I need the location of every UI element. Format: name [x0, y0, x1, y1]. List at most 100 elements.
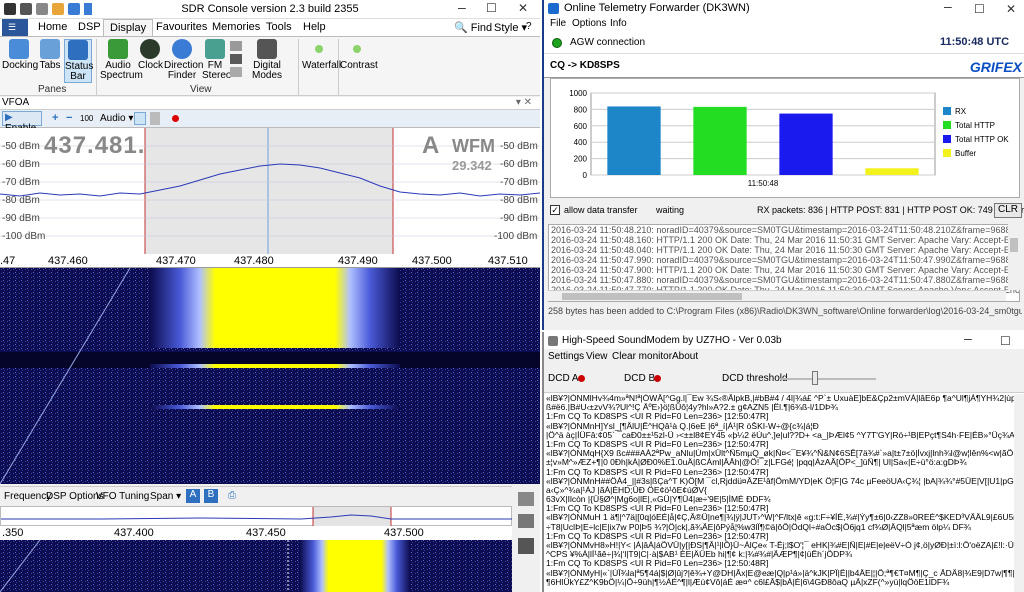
- waterfall[interactable]: [0, 267, 540, 485]
- menu-view[interactable]: View: [586, 351, 608, 362]
- bar-total-http: [693, 106, 747, 175]
- help-icon[interactable]: ?: [526, 21, 532, 32]
- find-button[interactable]: 🔍 Find: [454, 21, 492, 34]
- menu-clear-monitor[interactable]: Clear monitor: [612, 351, 672, 362]
- legend-label: RX: [955, 107, 967, 116]
- waterfall-button[interactable]: Waterfall: [302, 39, 341, 71]
- style-menu[interactable]: Style ▾: [494, 21, 527, 34]
- grid-icon[interactable]: [230, 54, 242, 64]
- menu-options[interactable]: Options: [572, 18, 606, 29]
- spectrum-display[interactable]: -50 dBm -60 dBm -70 dBm -80 dBm -90 dBm …: [0, 128, 540, 254]
- mode-label[interactable]: WFM: [452, 136, 495, 157]
- close-icon[interactable]: ✕: [518, 1, 528, 15]
- tab-help[interactable]: Help: [297, 21, 332, 33]
- frequency-tab[interactable]: Frequency: [4, 491, 51, 502]
- ribbon-separator: [96, 39, 97, 95]
- direction-finder-button[interactable]: Direction Finder: [164, 39, 204, 81]
- log-line: 2016-03-24 11:50:48.210: noradID=40379&s…: [551, 225, 1020, 235]
- menu-file[interactable]: File: [550, 18, 566, 29]
- soundmodem-window-title: High-Speed SoundModem by UZ7HO - Ver 0.0…: [562, 335, 782, 346]
- file-tab[interactable]: ☰: [2, 19, 28, 36]
- contrast-led-icon: [353, 45, 361, 53]
- log-vertical-scrollbar[interactable]: [1008, 224, 1020, 290]
- monitor-line: ¶6HlÜkY£Z^K9bÖ|¼|Ô÷9üh|¶½ÀÈ^¶|l|Æú¢Vô|áÉ…: [546, 577, 950, 587]
- tab-display[interactable]: Display: [103, 19, 154, 36]
- docking-button[interactable]: Docking: [2, 39, 38, 71]
- menu-settings[interactable]: Settings: [548, 351, 584, 362]
- minimize-icon[interactable]: –: [458, 0, 466, 15]
- overview-spectrum[interactable]: [0, 506, 513, 527]
- audio-spectrum-button[interactable]: Audio Spectrum: [100, 39, 143, 81]
- minimize-icon[interactable]: –: [944, 0, 952, 14]
- find-label: Find: [470, 22, 493, 34]
- print-icon[interactable]: ⎙: [228, 490, 236, 501]
- overview-trace: [1, 507, 513, 527]
- tab-tools[interactable]: Tools: [260, 21, 298, 33]
- dsp-options-tab[interactable]: DSP Options: [46, 491, 104, 502]
- pen-icon[interactable]: [230, 41, 242, 51]
- digital-modes-icon: [257, 39, 277, 59]
- fm-stereo-button[interactable]: FM Stereo: [202, 39, 231, 81]
- tabs-button[interactable]: Tabs: [38, 39, 62, 71]
- minimize-icon[interactable]: –: [964, 330, 972, 346]
- small-buttons: [230, 41, 244, 81]
- freq-tick: 437.480: [234, 255, 274, 267]
- clock-button[interactable]: Clock: [138, 39, 163, 71]
- tab-dsp[interactable]: DSP: [72, 21, 107, 33]
- log-horizontal-scrollbar[interactable]: [548, 290, 1006, 301]
- list-icon[interactable]: [230, 67, 242, 77]
- tab-home[interactable]: Home: [32, 21, 73, 33]
- monitor-scrollbar[interactable]: [1014, 394, 1024, 592]
- direction-finder-label: Direction Finder: [164, 60, 204, 81]
- maximize-icon[interactable]: ☐: [486, 1, 497, 15]
- vfo-frequency[interactable]: 437.481.: [44, 132, 145, 160]
- chart-icon[interactable]: [518, 538, 534, 554]
- overview-waterfall[interactable]: [0, 539, 512, 592]
- calendar-icon[interactable]: [150, 112, 160, 125]
- allow-label: allow data transfer: [564, 205, 638, 215]
- maximize-icon[interactable]: ☐: [974, 2, 985, 16]
- vfo-letter: A: [422, 132, 440, 159]
- clr-button[interactable]: CLR: [994, 203, 1022, 218]
- settings-icon[interactable]: [518, 514, 534, 528]
- style-label: Style: [494, 22, 519, 34]
- callsign: CQ -> KD8SPS: [550, 60, 620, 71]
- vfo-a-button[interactable]: A: [186, 489, 200, 503]
- span-dropdown[interactable]: Span ▾: [150, 491, 181, 502]
- digital-modes-button[interactable]: Digital Modes: [252, 39, 282, 81]
- close-icon[interactable]: ✕: [1006, 2, 1016, 16]
- vfo-b-button[interactable]: B: [204, 489, 218, 503]
- enable-button[interactable]: ▶ Enable: [2, 111, 42, 134]
- zoom-out-icon[interactable]: −: [66, 112, 72, 124]
- dcd-threshold-slider[interactable]: [780, 371, 876, 387]
- menu-about[interactable]: About: [672, 351, 698, 362]
- monitor-text[interactable]: «lB¥?|ÒNMlHv¾4m»ªN!ª|ÓWÅ[^Gg.l|¯Ew ¾S‹®Å…: [546, 394, 1014, 592]
- y-tick-label: 800: [574, 105, 588, 114]
- zoom-icon[interactable]: [518, 492, 534, 506]
- dcd-a-label: DCD A: [548, 373, 579, 384]
- grifex-logo: GRIFEX: [969, 59, 1022, 75]
- maximize-icon[interactable]: ☐: [1000, 334, 1011, 348]
- audio-dropdown[interactable]: Audio ▾: [100, 113, 133, 124]
- y-tick-label: 0: [583, 171, 588, 180]
- allow-checkbox[interactable]: ✓: [550, 205, 560, 215]
- scrollbar-thumb[interactable]: [1010, 238, 1018, 252]
- tab-favourites[interactable]: Favourites: [150, 21, 213, 33]
- contrast-button[interactable]: Contrast: [340, 39, 378, 71]
- status-bar-button[interactable]: Status Bar: [64, 39, 93, 83]
- record-audio-icon[interactable]: [134, 112, 146, 125]
- monitor-line: «lB¥?|ÒNMqH{X9 ßc###AÀ2ªPw_aNlu|Ùm|xÜlt^…: [546, 449, 1014, 459]
- vfo-tuning-tab[interactable]: VFO Tuning: [96, 491, 149, 502]
- tab-memories[interactable]: Memories: [206, 21, 266, 33]
- utc-time: 11:50:48 UTC: [940, 36, 1010, 48]
- chart-svg: 1000 800 600 400 200 0 RX Total HTTP Total HTTP …: [569, 89, 1009, 188]
- agw-label: AGW connection: [570, 37, 646, 48]
- sdr-console-window: SDR Console version 2.3 build 2355 – ☐ ✕…: [0, 0, 540, 592]
- menu-info[interactable]: Info: [610, 18, 627, 29]
- scrollbar-thumb[interactable]: [562, 293, 742, 300]
- panel-close-icon[interactable]: ▾ ✕: [516, 97, 532, 108]
- record-icon[interactable]: [172, 115, 179, 122]
- slider-thumb[interactable]: [812, 371, 818, 385]
- zoom-in-icon[interactable]: +: [52, 112, 58, 124]
- sub-frequency: 29.342: [452, 158, 492, 173]
